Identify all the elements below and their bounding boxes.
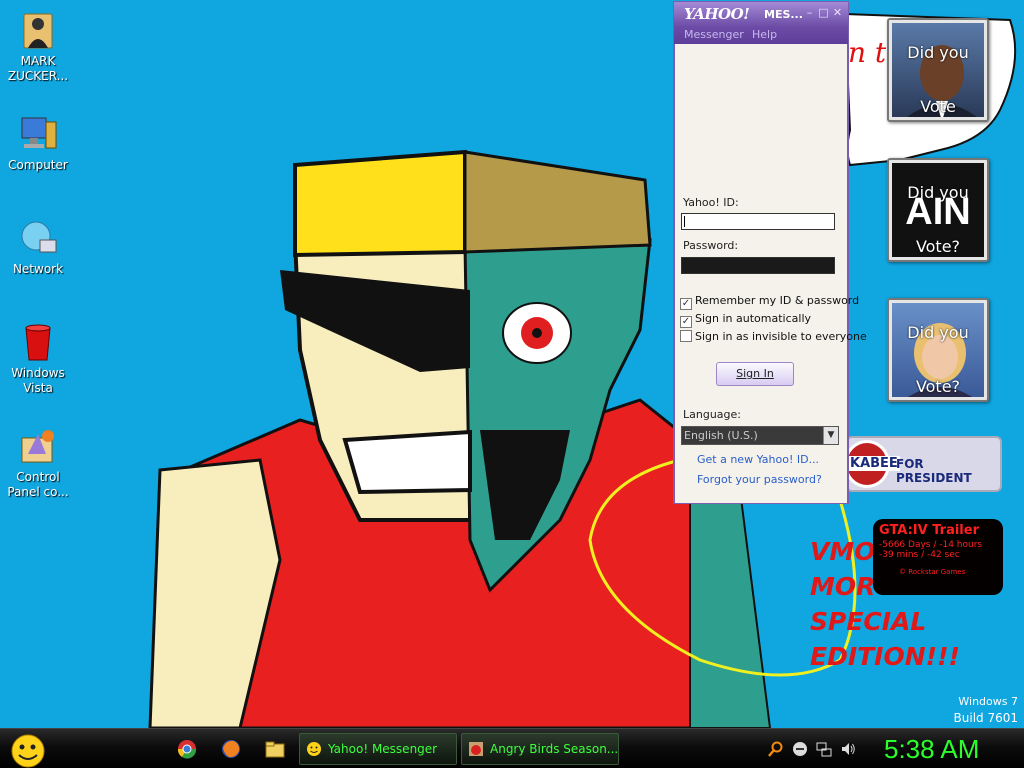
desktop-icon-network[interactable]: Network	[4, 216, 72, 277]
auto-signin-checkbox[interactable]: ✓	[680, 316, 692, 328]
gta-countdown-line: -39 mins / -42 sec	[879, 550, 960, 560]
window-titlebar[interactable]: YAHOO! MES... – □ ✕	[674, 2, 848, 26]
president-banner-gadget[interactable]: KABEE FOR PRESIDENT	[844, 436, 1002, 492]
icon-label: Computer	[8, 158, 68, 172]
remember-checkbox-row[interactable]: ✓ Remember my ID & password	[680, 294, 859, 310]
task-label: Angry Birds Season...	[490, 742, 619, 756]
checkbox-label: Remember my ID & password	[695, 294, 860, 307]
gadget-caption-bottom: Vote?	[915, 237, 961, 256]
yahoo-id-field[interactable]	[681, 213, 835, 230]
text-cursor	[684, 216, 685, 227]
network-tray-icon[interactable]	[816, 741, 832, 757]
vmod-line: SPECIAL	[810, 607, 926, 636]
password-field[interactable]	[681, 257, 835, 274]
bubble-text: n t	[848, 36, 887, 69]
banner-text: FOR PRESIDENT	[896, 457, 972, 485]
vmod-line: MOR	[810, 572, 875, 601]
folder-icon[interactable]	[264, 738, 286, 760]
recycle-bin-icon	[25, 324, 51, 361]
desktop-wallpaper: n t VMO MOR SPECIAL EDITION!!!	[148, 12, 1017, 728]
menu-help[interactable]: Help	[752, 28, 777, 41]
icon-label: Network	[12, 262, 64, 276]
banner-name: KABEE	[848, 456, 900, 471]
gta-countdown-gadget[interactable]: GTA:IV Trailer -5666 Days / -14 hours -3…	[873, 519, 1003, 595]
photo-gadget-clinton[interactable]: Did you Vote?	[887, 298, 989, 402]
checkbox-label: Sign in automatically	[695, 312, 812, 325]
yahoo-messenger-window[interactable]: YAHOO! MES... – □ ✕ Messenger Help Yahoo…	[673, 1, 867, 504]
task-label: Yahoo! Messenger	[328, 742, 438, 756]
yahoo-logo: YAHOO!	[684, 5, 750, 23]
control-panel-icon	[21, 430, 54, 463]
start-button-smiley-icon[interactable]	[6, 731, 46, 768]
folder-person-icon	[23, 13, 53, 49]
icon-label: Vista	[23, 381, 53, 395]
vmod-line: EDITION!!!	[810, 642, 960, 671]
windows-build-watermark: Windows 7 Build 7601	[954, 694, 1018, 726]
network-icon	[21, 221, 57, 253]
photo-gadget-obama[interactable]: Did you Vote	[887, 18, 989, 122]
gadget-caption-bottom: Vote	[920, 97, 956, 116]
checkbox-label: Sign in as invisible to everyone	[695, 330, 867, 343]
desktop-icon-recycle-bin[interactable]: Windows Vista	[4, 320, 72, 396]
maximize-button[interactable]: □	[818, 7, 829, 18]
menu-bar: Messenger Help	[674, 26, 848, 44]
vmod-line: VMO	[810, 537, 875, 566]
photo-gadget-mccain[interactable]: Did you AIN Vote?	[887, 158, 989, 262]
login-panel: Yahoo! ID: Password: ✓ Remember my ID & p…	[675, 44, 867, 503]
icon-label: Windows	[11, 366, 65, 380]
gadget-caption-top: Did you	[907, 43, 969, 62]
chrome-icon[interactable]	[176, 738, 198, 760]
auto-signin-checkbox-row[interactable]: ✓ Sign in automatically	[680, 312, 811, 328]
invisible-checkbox[interactable]	[680, 330, 692, 342]
firefox-icon[interactable]	[220, 738, 242, 760]
build-number: Build 7601	[953, 711, 1018, 725]
taskbar-clock[interactable]: 5:38 AM	[884, 733, 979, 765]
taskbar-task-yahoo-messenger[interactable]: Yahoo! Messenger	[299, 733, 457, 765]
window-title: MES...	[764, 8, 803, 21]
icon-label: MARK	[20, 54, 56, 68]
language-select[interactable]: English (U.S.) ▼	[681, 426, 839, 445]
computer-icon	[21, 117, 57, 149]
minimize-button[interactable]: –	[804, 7, 815, 18]
gta-title: GTA:IV Trailer	[879, 523, 979, 538]
gta-footer: © Rockstar Games	[899, 568, 966, 576]
language-value: English (U.S.)	[684, 429, 758, 442]
gadget-big-text: AIN	[905, 191, 971, 233]
icon-label: Panel co...	[7, 485, 69, 499]
taskbar-task-angry-birds[interactable]: Angry Birds Season...	[461, 733, 619, 765]
password-label: Password:	[683, 239, 739, 252]
search-icon[interactable]	[768, 741, 784, 757]
desktop-icon-control-panel[interactable]: Control Panel co...	[4, 424, 72, 500]
language-label: Language:	[683, 408, 741, 421]
desktop-icon-mark-zuckerberg[interactable]: MARK ZUCKER...	[4, 8, 72, 84]
gadget-caption-bottom: Vote?	[915, 377, 961, 396]
minus-circle-icon[interactable]	[792, 741, 808, 757]
desktop-icon-computer[interactable]: Computer	[4, 112, 72, 173]
chevron-down-icon[interactable]: ▼	[823, 427, 838, 444]
forgot-password-link[interactable]: Forgot your password?	[697, 473, 822, 486]
gadget-caption-top: Did you	[907, 323, 969, 342]
sign-in-button[interactable]: Sign In	[716, 362, 794, 386]
close-button[interactable]: ✕	[832, 7, 843, 18]
icon-label: Control	[16, 470, 60, 484]
get-new-id-link[interactable]: Get a new Yahoo! ID...	[697, 453, 819, 466]
gta-countdown-line: -5666 Days / -14 hours	[879, 540, 983, 550]
menu-messenger[interactable]: Messenger	[684, 28, 744, 41]
build-os: Windows 7	[958, 695, 1018, 708]
volume-icon[interactable]	[840, 741, 856, 757]
angry-birds-icon	[469, 742, 483, 756]
taskbar: Yahoo! Messenger Angry Birds Season... 5…	[0, 728, 1024, 768]
invisible-checkbox-row[interactable]: Sign in as invisible to everyone	[680, 330, 867, 343]
yahoo-id-label: Yahoo! ID:	[683, 196, 739, 209]
remember-checkbox[interactable]: ✓	[680, 298, 692, 310]
yahoo-smiley-icon	[307, 742, 321, 756]
icon-label: ZUCKER...	[7, 69, 69, 83]
